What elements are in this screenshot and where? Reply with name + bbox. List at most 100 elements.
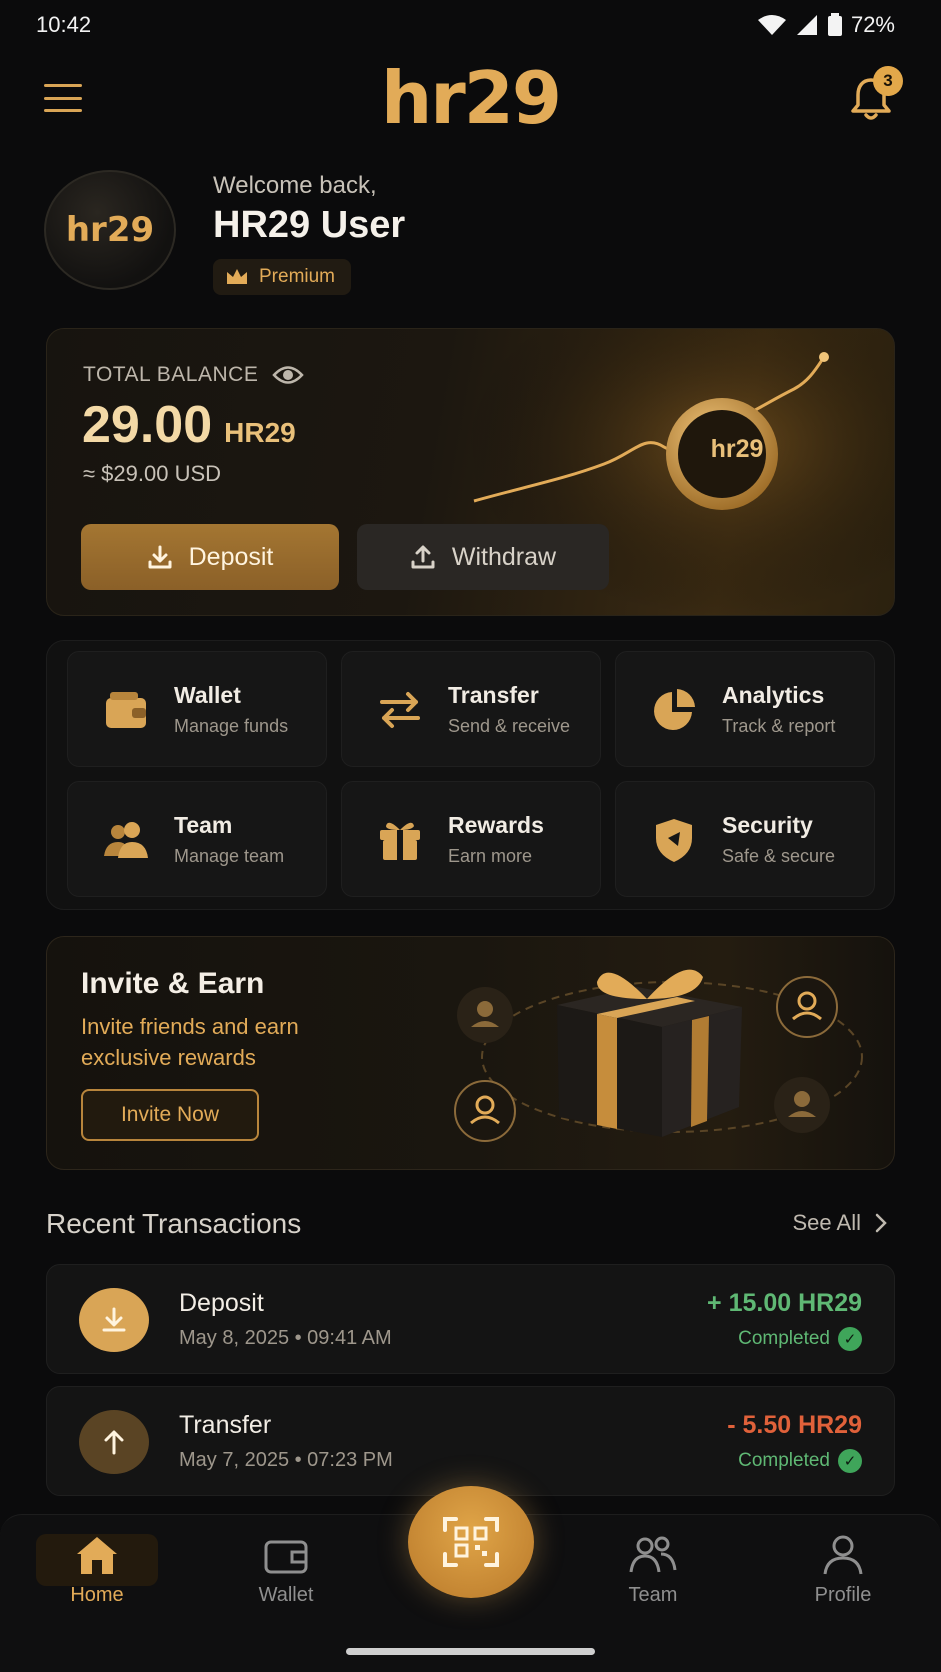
transfer-icon [380, 692, 420, 728]
invite-title: Invite & Earn [81, 967, 265, 1000]
shield-icon [656, 819, 692, 862]
transaction-status: Completed ✓ [738, 1327, 862, 1351]
status-label: Completed [738, 1328, 830, 1349]
premium-label: Premium [259, 266, 336, 287]
status-label: Completed [738, 1450, 830, 1471]
nav-wallet[interactable]: Wallet [226, 1534, 346, 1624]
nav-profile[interactable]: Profile [783, 1534, 903, 1624]
scan-qr-button[interactable] [408, 1486, 534, 1598]
friend-avatar-icon [774, 1077, 830, 1133]
deposit-button[interactable]: Deposit [81, 524, 339, 590]
user-name: HR29 User [213, 204, 406, 246]
transaction-amount: - 5.50 HR29 [727, 1411, 862, 1439]
quick-action-wallet[interactable]: Wallet Manage funds [67, 651, 327, 767]
qr-scan-icon [443, 1517, 499, 1567]
nav-home[interactable]: Home [37, 1534, 157, 1624]
chevron-right-icon [875, 1213, 887, 1233]
tile-subtitle: Send & receive [448, 716, 571, 736]
transaction-name: Transfer [179, 1411, 272, 1439]
balance-usd: ≈ $29.00 USD [83, 461, 222, 486]
check-icon: ✓ [838, 1449, 862, 1473]
tile-subtitle: Track & report [722, 716, 836, 736]
quick-action-team[interactable]: Team Manage team [67, 781, 327, 897]
balance-card: hr29 TOTAL BALANCE 29.00 HR29 ≈ $29.00 U… [46, 328, 895, 616]
deposit-icon [79, 1288, 149, 1352]
wallet-icon [264, 1540, 308, 1574]
eye-icon[interactable] [272, 364, 305, 386]
premium-badge: Premium [213, 259, 352, 295]
home-icon [77, 1537, 117, 1574]
balance-label-row: TOTAL BALANCE [83, 363, 305, 387]
app-logo: hr29 [381, 56, 562, 140]
upload-icon [411, 545, 435, 569]
crown-icon [227, 269, 247, 284]
tile-title: Security [722, 812, 813, 838]
tile-title: Analytics [722, 682, 825, 708]
tile-subtitle: Earn more [448, 846, 533, 866]
invite-now-button[interactable]: Invite Now [81, 1089, 259, 1141]
withdraw-button[interactable]: Withdraw [357, 524, 609, 590]
recent-transactions-title: Recent Transactions [46, 1208, 302, 1239]
nav-team[interactable]: Team [593, 1534, 713, 1624]
welcome-text: Welcome back, [213, 172, 377, 199]
wifi-icon [757, 15, 786, 35]
notification-badge: 3 [873, 66, 903, 96]
quick-actions-grid: Wallet Manage funds Transfer Send & rece… [46, 640, 895, 910]
balance-amount: 29.00 HR29 [82, 395, 296, 455]
friend-avatar-icon [457, 987, 513, 1043]
download-icon [148, 545, 172, 569]
transaction-row[interactable]: Transfer May 7, 2025 • 07:23 PM - 5.50 H… [46, 1386, 895, 1496]
transaction-status: Completed ✓ [738, 1449, 862, 1473]
deposit-label: Deposit [188, 542, 274, 571]
tile-subtitle: Manage team [174, 846, 285, 866]
nav-wallet-label: Wallet [258, 1584, 314, 1606]
balance-label: TOTAL BALANCE [83, 363, 259, 386]
invite-card: Invite & Earn Invite friends and earn ex… [46, 936, 895, 1170]
see-all-label: See All [792, 1210, 862, 1235]
avatar[interactable]: hr29 [44, 170, 176, 290]
quick-action-analytics[interactable]: Analytics Track & report [615, 651, 875, 767]
invite-subtitle: Invite friends and earn exclusive reward… [81, 1014, 299, 1070]
status-icons: 72% [757, 12, 895, 38]
tile-title: Wallet [174, 682, 241, 708]
nav-team-label: Team [628, 1584, 678, 1606]
check-icon: ✓ [838, 1327, 862, 1351]
transaction-date: May 8, 2025 • 09:41 AM [179, 1327, 392, 1349]
profile-icon [823, 1535, 863, 1575]
tile-title: Rewards [448, 812, 544, 838]
tile-title: Transfer [448, 682, 539, 708]
transaction-name: Deposit [179, 1289, 264, 1317]
nav-home-label: Home [70, 1584, 124, 1606]
home-indicator [346, 1648, 595, 1655]
transaction-amount: + 15.00 HR29 [707, 1289, 862, 1317]
tile-subtitle: Safe & secure [722, 846, 836, 866]
tile-title: Team [174, 812, 233, 838]
quick-action-transfer[interactable]: Transfer Send & receive [341, 651, 601, 767]
withdraw-label: Withdraw [451, 542, 557, 571]
friend-avatar-icon [776, 976, 838, 1038]
pie-chart-icon [654, 689, 695, 730]
coin-label: hr29 [710, 435, 764, 463]
gift-box-icon [557, 969, 742, 1137]
team-icon [104, 822, 148, 858]
see-all-link[interactable]: See All [793, 1210, 888, 1236]
gift-icon [380, 822, 420, 860]
battery-icon [827, 13, 842, 36]
balance-value: 29.00 [82, 396, 213, 454]
battery-percent: 72% [850, 12, 895, 37]
status-time: 10:42 [36, 12, 92, 37]
quick-action-rewards[interactable]: Rewards Earn more [341, 781, 601, 897]
transaction-date: May 7, 2025 • 07:23 PM [179, 1449, 393, 1471]
tile-subtitle: Manage funds [174, 716, 289, 736]
wallet-icon [106, 692, 146, 728]
transfer-out-icon [79, 1410, 149, 1474]
friend-avatar-icon [454, 1080, 516, 1142]
nav-profile-label: Profile [814, 1584, 872, 1606]
gift-illustration [454, 969, 863, 1142]
notification-button[interactable]: 3 [845, 66, 903, 124]
team-icon [629, 1536, 677, 1573]
transaction-row[interactable]: Deposit May 8, 2025 • 09:41 AM + 15.00 H… [46, 1264, 895, 1374]
signal-icon [796, 15, 817, 35]
balance-currency: HR29 [224, 417, 296, 448]
quick-action-security[interactable]: Security Safe & secure [615, 781, 875, 897]
